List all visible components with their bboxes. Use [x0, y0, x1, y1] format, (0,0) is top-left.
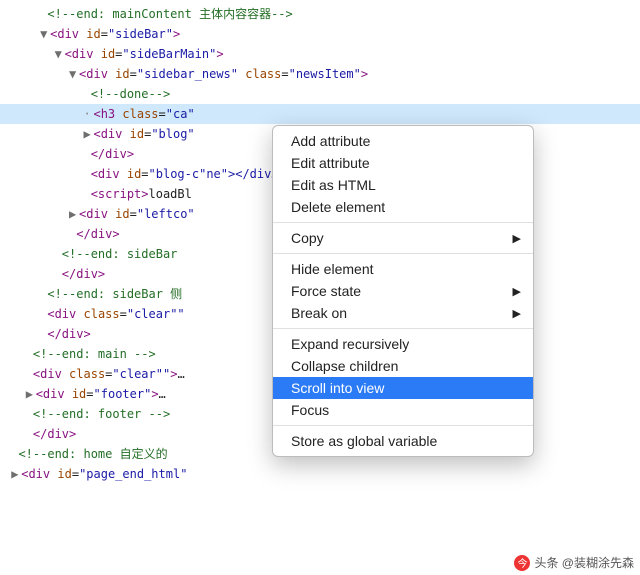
menu-item-delete-element[interactable]: Delete element	[273, 196, 533, 218]
menu-item-force-state[interactable]: Force state▶	[273, 280, 533, 302]
disclosure-triangle[interactable]: ▼	[69, 65, 79, 83]
menu-item-collapse-children[interactable]: Collapse children	[273, 355, 533, 377]
submenu-arrow-icon: ▶	[513, 285, 521, 298]
menu-item-edit-attribute[interactable]: Edit attribute	[273, 152, 533, 174]
menu-separator	[273, 328, 533, 329]
submenu-arrow-icon: ▶	[513, 307, 521, 320]
disclosure-triangle[interactable]: ▶	[26, 385, 36, 403]
menu-separator	[273, 253, 533, 254]
disclosure-triangle[interactable]: ▶	[83, 125, 93, 143]
submenu-arrow-icon: ▶	[513, 232, 521, 245]
menu-item-edit-as-html[interactable]: Edit as HTML	[273, 174, 533, 196]
menu-item-store-as-global-variable[interactable]: Store as global variable	[273, 430, 533, 452]
disclosure-triangle[interactable]: ▼	[40, 25, 50, 43]
menu-item-add-attribute[interactable]: Add attribute	[273, 130, 533, 152]
tree-row[interactable]: ▼<div id="sideBarMain">	[0, 44, 640, 64]
menu-item-break-on[interactable]: Break on▶	[273, 302, 533, 324]
selection-dot: ·	[83, 105, 93, 123]
tree-row[interactable]: ·<h3 class="ca"	[0, 104, 640, 124]
tree-row[interactable]: ▶<div id="page_end_html"	[0, 464, 640, 484]
tree-row[interactable]: ▼<div id="sidebar_news" class="newsItem"…	[0, 64, 640, 84]
tree-row[interactable]: <!--end: mainContent 主体内容容器-->	[0, 4, 640, 24]
disclosure-triangle[interactable]: ▶	[11, 465, 21, 483]
menu-item-expand-recursively[interactable]: Expand recursively	[273, 333, 533, 355]
watermark: 今 头条 @装糊涂先森	[514, 554, 634, 571]
menu-item-copy[interactable]: Copy▶	[273, 227, 533, 249]
disclosure-triangle[interactable]: ▶	[69, 205, 79, 223]
disclosure-triangle[interactable]: ▼	[55, 45, 65, 63]
toutiao-icon: 今	[514, 555, 530, 571]
menu-item-scroll-into-view[interactable]: Scroll into view	[273, 377, 533, 399]
menu-item-hide-element[interactable]: Hide element	[273, 258, 533, 280]
tree-row[interactable]: <!--done-->	[0, 84, 640, 104]
menu-separator	[273, 425, 533, 426]
menu-item-focus[interactable]: Focus	[273, 399, 533, 421]
tree-row[interactable]: ▼<div id="sideBar">	[0, 24, 640, 44]
menu-separator	[273, 222, 533, 223]
context-menu: Add attributeEdit attributeEdit as HTMLD…	[272, 125, 534, 457]
watermark-text: 头条 @装糊涂先森	[534, 554, 634, 571]
